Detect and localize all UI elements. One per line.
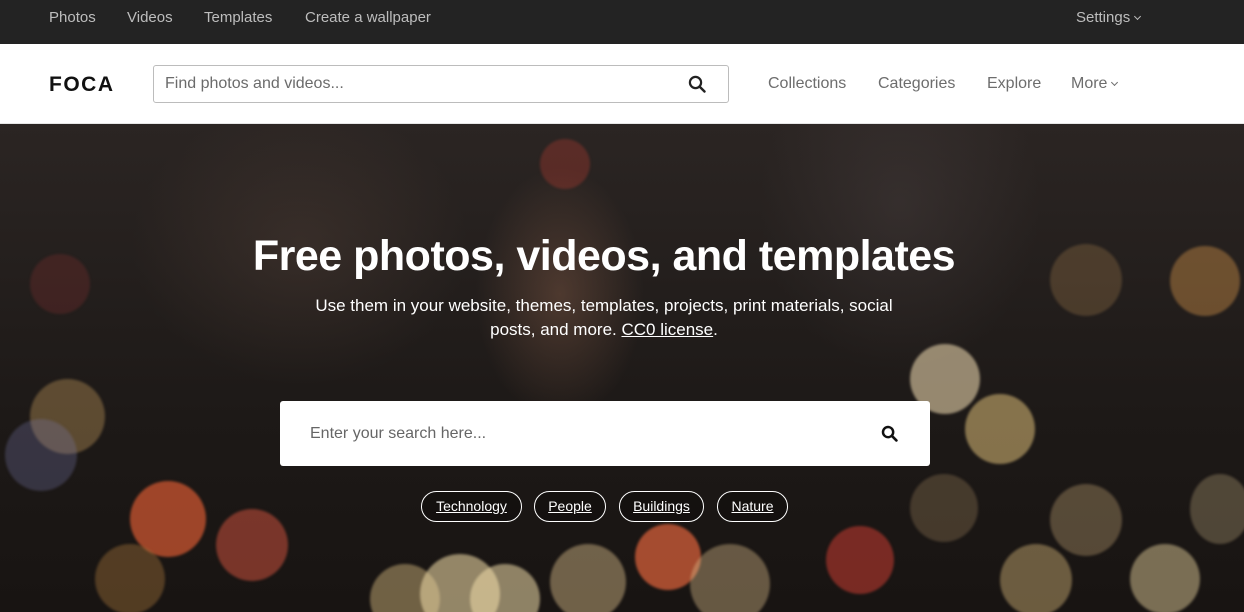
topbar-link-videos[interactable]: Videos [127,9,173,27]
nav-collections[interactable]: Collections [768,75,846,93]
tag-chip-buildings[interactable]: Buildings [619,491,704,522]
tag-chip-nature[interactable]: Nature [717,491,788,522]
nav-explore[interactable]: Explore [987,75,1041,93]
hero-section: Free photos, videos, and templates Use t… [0,124,1244,612]
topbar-link-create-wallpaper[interactable]: Create a wallpaper [305,9,431,27]
site-logo[interactable]: FOCA [49,73,115,97]
header-search-box [153,65,729,103]
topbar-link-templates[interactable]: Templates [204,9,272,27]
tag-chip-technology[interactable]: Technology [421,491,522,522]
nav-more-label: More [1071,75,1108,92]
header-search-input[interactable] [165,66,665,102]
nav-more-dropdown[interactable]: More [1071,75,1119,93]
hero-search-input[interactable] [310,401,850,466]
settings-label: Settings [1076,9,1131,26]
cc0-license-link[interactable]: CC0 license [621,320,713,339]
main-header: FOCA Collections Categories Explore More [0,44,1244,124]
hero-subtitle: Use them in your website, themes, templa… [304,294,904,342]
topbar-link-photos[interactable]: Photos [49,9,96,27]
search-icon[interactable] [688,75,706,98]
tag-chip-people[interactable]: People [534,491,606,522]
settings-dropdown[interactable]: Settings [1076,9,1142,27]
hero-subtitle-end: . [713,320,718,339]
chevron-down-icon [1134,12,1142,21]
hero-search-box [280,401,930,466]
hero-subtitle-text: Use them in your website, themes, templa… [315,296,893,339]
hero-title: Free photos, videos, and templates [252,232,956,280]
top-bar: Photos Videos Templates Create a wallpap… [0,0,1244,44]
search-icon[interactable] [881,425,898,447]
nav-categories[interactable]: Categories [878,75,955,93]
chevron-down-icon [1111,78,1119,87]
